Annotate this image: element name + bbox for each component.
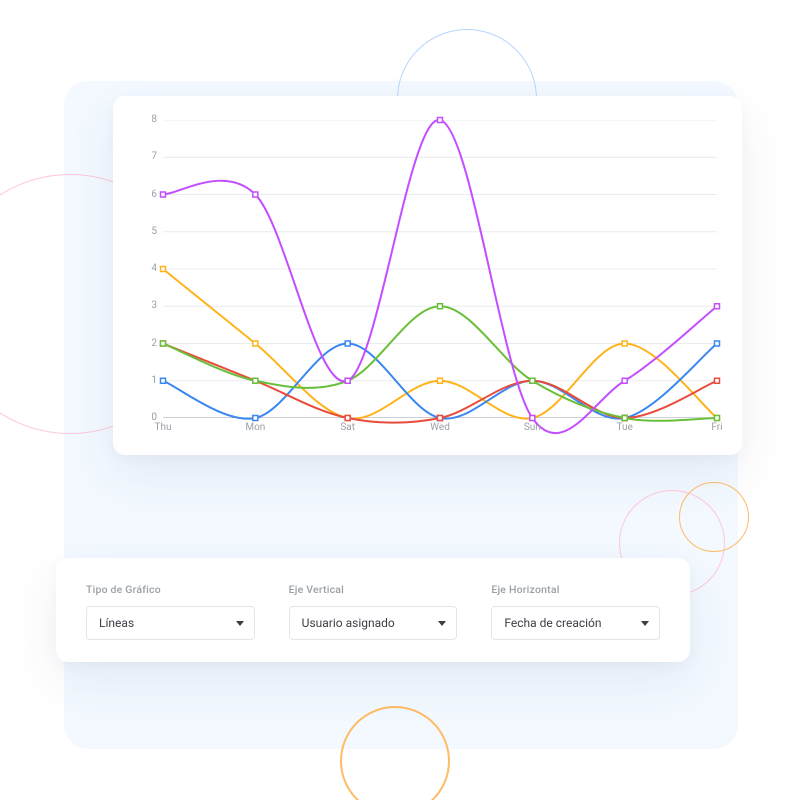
chart-controls: Tipo de Gráfico Líneas Eje Vertical Usua… bbox=[56, 558, 690, 662]
select-value: Fecha de creación bbox=[504, 616, 601, 630]
y-tick-label: 1 bbox=[139, 375, 157, 386]
data-point bbox=[438, 304, 443, 309]
caret-down-icon bbox=[236, 621, 244, 626]
caret-down-icon bbox=[438, 621, 446, 626]
decorative-ring bbox=[679, 482, 749, 552]
data-point bbox=[345, 378, 350, 383]
y-tick-label: 7 bbox=[139, 151, 157, 162]
data-point bbox=[530, 378, 535, 383]
data-point bbox=[253, 416, 258, 421]
series-line bbox=[163, 306, 717, 421]
data-point bbox=[622, 378, 627, 383]
data-point bbox=[161, 378, 166, 383]
select-vertical-axis[interactable]: Usuario asignado bbox=[289, 606, 458, 640]
select-value: Líneas bbox=[99, 616, 134, 630]
data-point bbox=[438, 378, 443, 383]
control-chart-type: Tipo de Gráfico Líneas bbox=[86, 583, 255, 640]
data-point bbox=[345, 341, 350, 346]
y-axis: 012345678 bbox=[139, 120, 157, 418]
chart-card: 012345678 ThuMonSatWedSunTueFri bbox=[113, 96, 742, 455]
data-point bbox=[161, 267, 166, 272]
series-line bbox=[163, 269, 717, 419]
data-point bbox=[253, 378, 258, 383]
data-point bbox=[345, 416, 350, 421]
data-point bbox=[161, 341, 166, 346]
data-point bbox=[161, 192, 166, 197]
data-point bbox=[438, 416, 443, 421]
caret-down-icon bbox=[641, 621, 649, 626]
line-chart: 012345678 ThuMonSatWedSunTueFri bbox=[139, 120, 718, 441]
y-tick-label: 8 bbox=[139, 114, 157, 125]
data-point bbox=[715, 341, 720, 346]
data-point bbox=[715, 304, 720, 309]
data-point bbox=[715, 378, 720, 383]
y-tick-label: 2 bbox=[139, 338, 157, 349]
x-tick-label: Tue bbox=[616, 422, 632, 433]
x-tick-label: Thu bbox=[155, 422, 172, 433]
series-line bbox=[163, 120, 717, 433]
control-label: Eje Horizontal bbox=[491, 583, 660, 596]
x-tick-label: Sun bbox=[524, 422, 541, 433]
x-tick-label: Fri bbox=[711, 422, 722, 433]
chart-lines bbox=[163, 120, 717, 418]
control-label: Eje Vertical bbox=[289, 583, 458, 596]
x-tick-label: Sat bbox=[340, 422, 355, 433]
data-point bbox=[622, 416, 627, 421]
data-point bbox=[253, 192, 258, 197]
y-tick-label: 5 bbox=[139, 226, 157, 237]
select-horizontal-axis[interactable]: Fecha de creación bbox=[491, 606, 660, 640]
select-chart-type[interactable]: Líneas bbox=[86, 606, 255, 640]
control-horizontal-axis: Eje Horizontal Fecha de creación bbox=[491, 583, 660, 640]
data-point bbox=[530, 416, 535, 421]
control-label: Tipo de Gráfico bbox=[86, 583, 255, 596]
y-tick-label: 3 bbox=[139, 300, 157, 311]
data-point bbox=[253, 341, 258, 346]
x-axis: ThuMonSatWedSunTueFri bbox=[163, 422, 717, 438]
x-tick-label: Wed bbox=[430, 422, 450, 433]
data-point bbox=[622, 341, 627, 346]
y-tick-label: 6 bbox=[139, 189, 157, 200]
data-point bbox=[438, 118, 443, 123]
control-vertical-axis: Eje Vertical Usuario asignado bbox=[289, 583, 458, 640]
y-tick-label: 4 bbox=[139, 263, 157, 274]
x-tick-label: Mon bbox=[245, 422, 265, 433]
select-value: Usuario asignado bbox=[302, 616, 395, 630]
data-point bbox=[715, 416, 720, 421]
